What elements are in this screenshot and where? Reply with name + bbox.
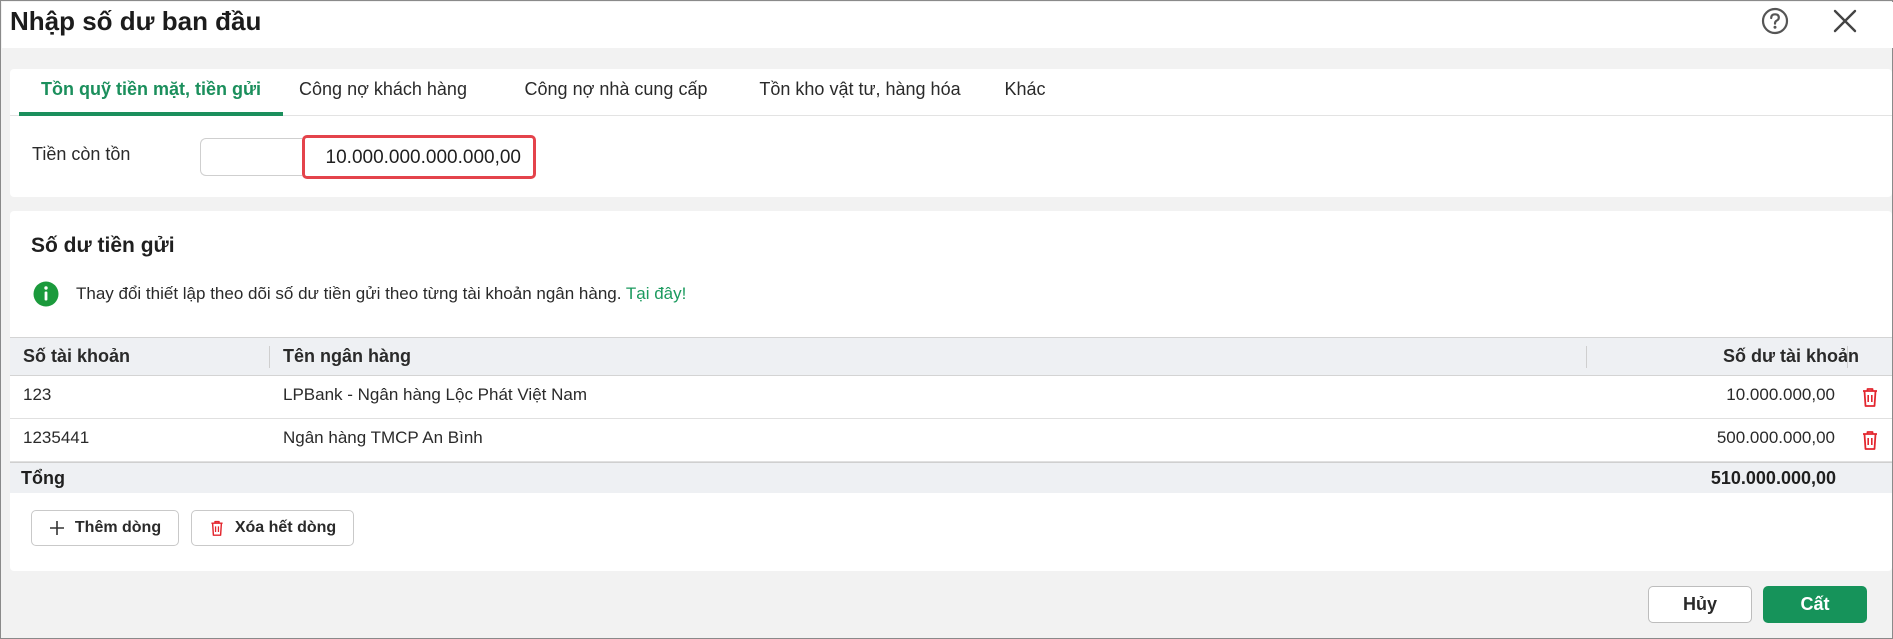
plus-icon [49, 521, 64, 535]
close-icon[interactable] [1830, 6, 1860, 36]
row-bank[interactable]: Ngân hàng TMCP An Bình [283, 419, 483, 462]
row-bank[interactable]: LPBank - Ngân hàng Lộc Phát Việt Nam [283, 376, 587, 419]
clear-rows-button[interactable]: Xóa hết dòng [191, 510, 354, 546]
total-value: 510.000.000,00 [1710, 468, 1836, 488]
column-divider [1586, 346, 1587, 368]
row-account[interactable]: 1235441 [23, 419, 89, 462]
tab-supplier-debt[interactable]: Công nợ nhà cung cấp [506, 69, 726, 116]
info-icon [33, 281, 59, 307]
cash-label: Tiền còn tồn [32, 144, 131, 164]
table-header: Số tài khoản Tên ngân hàng Số dư tài kho… [10, 337, 1892, 376]
table-row[interactable]: 1235441 Ngân hàng TMCP An Bình 500.000.0… [10, 419, 1892, 462]
add-row-label: Thêm dòng [74, 519, 162, 536]
table-total-row: Tổng 510.000.000,00 [10, 462, 1892, 493]
tab-customer-debt[interactable]: Công nợ khách hàng [290, 69, 476, 116]
deposit-table: Số tài khoản Tên ngân hàng Số dư tài kho… [10, 337, 1892, 493]
dialog-title: Nhập số dư ban đầu [10, 6, 262, 36]
column-bank: Tên ngân hàng [283, 346, 411, 366]
row-account[interactable]: 123 [23, 376, 51, 419]
cash-amount-input[interactable]: 10.000.000.000.000,00 [302, 135, 536, 179]
cash-currency-field[interactable] [200, 138, 302, 176]
row-balance[interactable]: 10.000.000,00 [1550, 376, 1835, 419]
trash-icon [211, 520, 223, 536]
add-row-button[interactable]: Thêm dòng [31, 510, 179, 546]
column-divider [269, 346, 270, 368]
deposit-title: Số dư tiền gửi [31, 234, 175, 257]
column-divider [1847, 346, 1848, 368]
tab-other[interactable]: Khác [995, 69, 1055, 116]
trash-icon[interactable] [1860, 386, 1880, 408]
tab-inventory[interactable]: Tồn kho vật tư, hàng hóa [750, 69, 970, 116]
table-row[interactable]: 123 LPBank - Ngân hàng Lộc Phát Việt Nam… [10, 376, 1892, 419]
deposit-info-text: Thay đổi thiết lập theo dõi số dư tiền g… [76, 284, 622, 303]
deposit-info: Thay đổi thiết lập theo dõi số dư tiền g… [76, 284, 686, 304]
clear-rows-label: Xóa hết dòng [234, 519, 337, 536]
dialog-header: Nhập số dư ban đầu [2, 2, 1893, 48]
tab-bar: Tồn quỹ tiền mặt, tiền gửi Công nợ khách… [10, 69, 1892, 116]
help-icon[interactable] [1760, 6, 1790, 36]
save-button[interactable]: Cất [1763, 586, 1867, 623]
cancel-button[interactable]: Hủy [1648, 586, 1752, 623]
cash-card: Tồn quỹ tiền mặt, tiền gửi Công nợ khách… [10, 69, 1892, 197]
column-account: Số tài khoản [23, 346, 131, 366]
deposit-info-link[interactable]: Tại đây! [626, 284, 686, 303]
deposit-card: Số dư tiền gửi Thay đổi thiết lập theo d… [10, 211, 1892, 571]
column-balance: Số dư tài khoản [1610, 338, 1859, 375]
row-balance[interactable]: 500.000.000,00 [1550, 419, 1835, 462]
dialog: Nhập số dư ban đầu Tồn quỹ tiền mặt, tiề… [0, 0, 1893, 639]
tab-cash-deposit[interactable]: Tồn quỹ tiền mặt, tiền gửi [19, 69, 283, 116]
trash-icon[interactable] [1860, 429, 1880, 451]
total-label: Tổng [21, 468, 65, 488]
column-balance-label: Số dư tài khoản [1722, 346, 1859, 366]
